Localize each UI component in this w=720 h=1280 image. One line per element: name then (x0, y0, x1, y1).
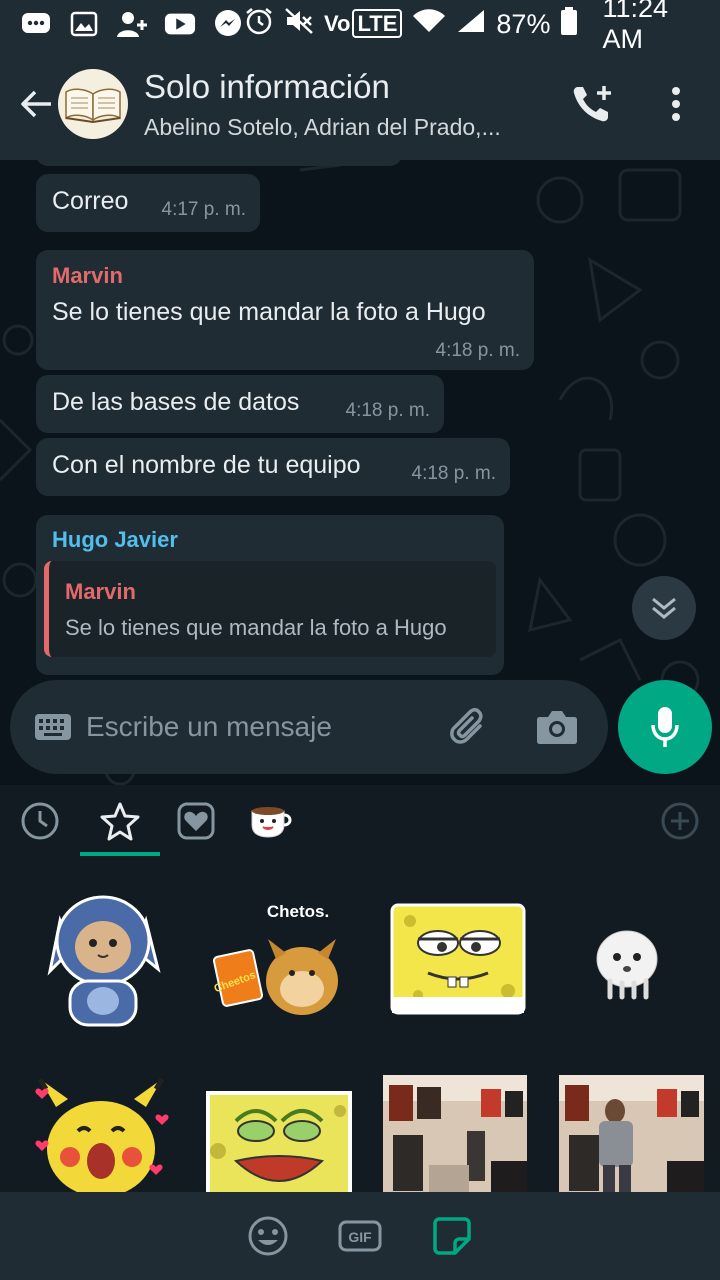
spongebob-scream-sticker[interactable] (206, 1091, 352, 1195)
gif-icon: GIF (338, 1220, 382, 1252)
sticker-tabs (0, 785, 720, 857)
emoji-tab[interactable] (240, 1208, 296, 1264)
sticker-tab[interactable] (424, 1208, 480, 1264)
voice-message-button[interactable] (618, 680, 712, 774)
sticker-icon (433, 1217, 471, 1255)
message-bubble-reply[interactable]: Hugo Javier Marvin Se lo tienes que mand… (36, 515, 504, 675)
message-bubble[interactable]: Con el nombre de tu equipo 4:18 p. m. (36, 438, 510, 496)
signal-icon (456, 8, 486, 41)
message-bubble-partial (36, 160, 402, 166)
message-text: Con el nombre de tu equipo (52, 451, 361, 479)
attach-icon[interactable] (448, 704, 494, 750)
heart-icon[interactable] (172, 797, 220, 845)
volte-indicator: Vo LTE (324, 9, 403, 38)
message-time: 4:18 p. m. (435, 340, 521, 361)
emoji-icon (248, 1216, 288, 1256)
group-avatar[interactable] (58, 69, 128, 139)
message-time: 4:17 p. m. (161, 199, 247, 220)
chat-header: Solo información Abelino Sotelo, Adrian … (0, 48, 720, 160)
clock: 11:24 AM (602, 0, 669, 54)
svg-text:GIF: GIF (348, 1229, 372, 1245)
battery-level: 87% (496, 8, 551, 39)
chat-icon (20, 10, 52, 38)
cat-costume-sticker[interactable] (40, 881, 166, 1031)
youtube-icon (164, 10, 196, 38)
message-bubble[interactable]: De las bases de datos 4:18 p. m. (36, 375, 444, 433)
recent-icon[interactable] (16, 797, 64, 845)
mute-icon (284, 7, 314, 42)
scroll-to-bottom-button[interactable] (632, 576, 696, 640)
cheems-chetos-sticker[interactable]: Chetos. Cheetos (206, 899, 356, 1019)
message-bubble[interactable]: Marvin Se lo tienes que mandar la foto a… (36, 250, 534, 370)
coffee-pack-icon[interactable] (248, 797, 296, 845)
chat-info[interactable]: Solo información Abelino Sotelo, Adrian … (144, 68, 544, 141)
status-bar: Vo LTE 87% 11:24 AM (0, 0, 720, 54)
more-options-button[interactable] (648, 76, 704, 132)
sticker-caption: Chetos. (267, 902, 329, 921)
add-contact-icon (116, 10, 148, 38)
star-icon[interactable] (96, 797, 144, 845)
message-time: 4:18 p. m. (411, 463, 497, 484)
keyboard-icon[interactable] (34, 712, 72, 742)
add-pack-icon[interactable] (656, 797, 704, 845)
double-chevron-down-icon (652, 597, 676, 619)
chat-participants: Abelino Sotelo, Adrian del Prado,... (144, 113, 501, 140)
messenger-icon (212, 10, 244, 38)
camera-icon[interactable] (534, 704, 580, 750)
message-input[interactable] (86, 711, 416, 743)
message-text: De las bases de datos (52, 388, 300, 416)
message-sender[interactable]: Hugo Javier (52, 527, 178, 553)
add-call-button[interactable] (564, 76, 620, 132)
message-sender[interactable]: Marvin (52, 263, 123, 289)
wifi-icon (412, 8, 446, 41)
room-photo-sticker-2[interactable] (559, 1075, 704, 1195)
quoted-message[interactable]: Marvin Se lo tienes que mandar la foto a… (44, 561, 496, 657)
message-time: 4:18 p. m. (345, 400, 431, 421)
back-arrow-icon[interactable] (10, 78, 62, 130)
chat-title: Solo información (144, 67, 390, 105)
message-composer (10, 680, 608, 774)
battery-icon (560, 6, 578, 43)
spongebob-sticker[interactable] (388, 901, 528, 1017)
alarm-icon (244, 6, 274, 43)
quoted-sender: Marvin (65, 579, 136, 604)
media-picker-bar: GIF (0, 1192, 720, 1280)
room-photo-sticker-1[interactable] (383, 1075, 527, 1195)
add-call-icon (573, 86, 611, 122)
sticker-panel: Chetos. Cheetos (0, 785, 720, 1195)
ghost-sticker[interactable] (592, 925, 662, 1001)
mic-icon (651, 707, 679, 747)
message-text: Se lo tienes que mandar la foto a Hugo (52, 298, 486, 326)
message-bubble[interactable]: Correo 4:17 p. m. (36, 174, 260, 232)
pikachu-hearts-sticker[interactable] (30, 1077, 172, 1195)
more-vert-icon (672, 87, 680, 121)
gallery-icon (68, 10, 100, 38)
active-tab-indicator (80, 852, 160, 856)
message-text: Correo (52, 187, 129, 215)
quoted-text: Se lo tienes que mandar la foto a Hugo (65, 615, 447, 640)
gif-tab[interactable]: GIF (332, 1208, 388, 1264)
